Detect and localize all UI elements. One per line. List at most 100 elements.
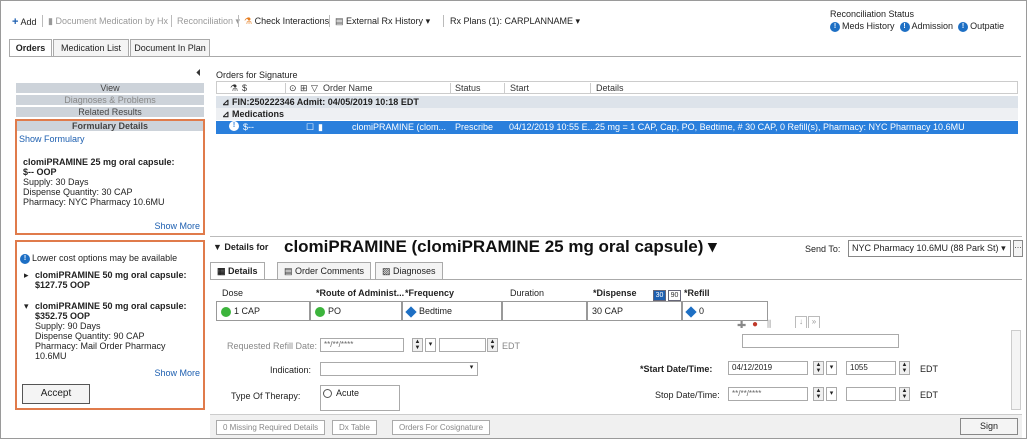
option-1-name[interactable]: clomiPRAMINE 50 mg oral capsule:	[35, 270, 187, 280]
header-separator	[504, 83, 505, 93]
reconciliation-status-row: ! Meds History ! Admission ! Outpatie	[830, 21, 1004, 32]
reconciliation-button[interactable]: Reconciliation ▾	[177, 16, 240, 27]
collapse-panel-icon[interactable]: ⏴	[196, 68, 201, 79]
toolbar-separator	[238, 15, 239, 27]
tab-document-in-plan[interactable]: Document In Plan	[130, 39, 210, 57]
send-to-select[interactable]: NYC Pharmacy 10.6MU (88 Park St) ▾	[848, 240, 1011, 257]
encounter-row[interactable]: ⊿ FIN:250222346 Admit: 04/05/2019 10:18 …	[216, 96, 1018, 108]
show-formulary-link[interactable]: Show Formulary	[19, 134, 85, 144]
dropdown-icon[interactable]: ▾	[826, 387, 837, 401]
refill-field[interactable]: 0	[682, 301, 768, 321]
dispense-field[interactable]: 30 CAP	[587, 301, 682, 321]
spin-icon[interactable]: ▲ ▼	[899, 361, 910, 375]
expand-option-1-icon[interactable]: ▸	[24, 270, 29, 281]
tab-order-comments[interactable]: ▤ Order Comments	[277, 262, 372, 280]
plus-icon: +	[12, 16, 19, 28]
order-checkbox[interactable]: ☐	[306, 121, 314, 134]
edt-label: EDT	[920, 364, 938, 374]
formulary-details-box: Formulary Details Show Formulary clomiPR…	[15, 119, 205, 235]
tab-medication-list[interactable]: Medication List	[53, 39, 129, 57]
dose-field[interactable]: 1 CAP	[216, 301, 310, 321]
header-cost[interactable]: $	[242, 83, 247, 93]
accept-button[interactable]: Accept	[22, 384, 90, 404]
collapse-option-2-icon[interactable]: ▾	[24, 301, 29, 312]
acute-label: Acute	[336, 388, 360, 398]
send-to-more-button[interactable]: …	[1013, 240, 1023, 257]
stop-time-field[interactable]	[846, 387, 896, 401]
orders-for-cosignature-button[interactable]: Orders For Cosignature	[392, 420, 491, 435]
acute-radio[interactable]	[323, 389, 332, 398]
diagnoses-problems-header[interactable]: Diagnoses & Problems	[16, 95, 204, 106]
bottom-bar: 0 Missing Required Details Dx Table Orde…	[210, 414, 1022, 438]
collapse-icon: ▼	[213, 242, 225, 252]
show-more-link[interactable]: Show More	[154, 368, 200, 378]
header-start[interactable]: Start	[510, 83, 529, 93]
tab-details[interactable]: ▦ Details	[210, 262, 265, 280]
details-order-title[interactable]: clomiPRAMINE (clomiPRAMINE 25 mg oral ca…	[284, 237, 717, 257]
missing-required-details-button[interactable]: 0 Missing Required Details	[216, 420, 326, 435]
sign-button[interactable]: Sign	[960, 418, 1018, 435]
rx-plans-button[interactable]: Rx Plans (1): CARPLANNAME ▾	[450, 16, 580, 27]
indication-field[interactable]	[320, 362, 478, 376]
selected-order-row[interactable]: ! $-- ☐ ▮ clomiPRAMINE (clom... Prescrib…	[216, 121, 1018, 134]
orders-grid-header: ⚗ $ ⊙ ⊞ ▽ Order Name Status Start Detail…	[216, 81, 1018, 94]
order-status: Prescribe	[455, 122, 494, 132]
stop-date-field[interactable]: **/**/****	[728, 387, 808, 401]
option-2-dispense: Dispense Quantity: 90 CAP	[35, 331, 145, 341]
view-header[interactable]: View	[16, 83, 204, 94]
dropdown-icon[interactable]: ▾	[466, 362, 477, 376]
requested-refill-time[interactable]	[439, 338, 486, 352]
filter-icon[interactable]: ▽	[311, 83, 318, 94]
tab-orders[interactable]: Orders	[9, 39, 52, 57]
form-scrollbar[interactable]	[1011, 330, 1021, 410]
interaction-column-icon[interactable]: ⚗	[230, 83, 238, 94]
pill-icon: ▮	[48, 16, 53, 26]
route-field[interactable]: PO	[310, 301, 402, 321]
dropdown-icon[interactable]: ▾	[826, 361, 837, 375]
header-separator	[450, 83, 451, 93]
dispense-30-button[interactable]: 30	[653, 290, 666, 301]
dropdown-icon[interactable]: ▾	[425, 338, 436, 352]
meds-history-status[interactable]: ! Meds History	[830, 21, 895, 32]
diagnoses-icon: ▨	[382, 266, 394, 276]
option-2-supply: Supply: 90 Days	[35, 321, 101, 331]
show-more-link[interactable]: Show More	[154, 221, 200, 231]
details-tab-divider	[210, 279, 1022, 280]
header-status[interactable]: Status	[455, 83, 481, 93]
medications-group-row[interactable]: ⊿ Medications	[216, 108, 1018, 120]
dispense-header: *Dispense	[593, 288, 637, 298]
spin-icon[interactable]: ▲ ▼	[487, 338, 498, 352]
header-order-name[interactable]: Order Name	[323, 83, 373, 93]
columns-icon[interactable]: ⊞	[300, 83, 308, 94]
option-2-cost: $352.75 OOP	[35, 311, 91, 321]
document-medication-button[interactable]: ▮ Document Medication by Hx	[48, 16, 168, 27]
top-right-field[interactable]	[742, 334, 899, 348]
dx-table-button[interactable]: Dx Table	[332, 420, 377, 435]
requested-refill-date[interactable]: **/**/****	[320, 338, 404, 352]
dropdown-icon: ▾	[425, 16, 431, 26]
frequency-field[interactable]: Bedtime	[402, 301, 502, 321]
help-icon[interactable]: ⊙	[289, 83, 297, 94]
spin-icon[interactable]: ▲ ▼	[813, 387, 824, 401]
start-date-field[interactable]: 04/12/2019	[728, 361, 808, 375]
details-icon: ▦	[217, 266, 229, 276]
external-rx-history-button[interactable]: ▤ External Rx History ▾	[335, 16, 430, 27]
check-interactions-button[interactable]: ⚗ Check Interactions	[244, 16, 329, 27]
outpatient-status[interactable]: ! Outpatie	[958, 21, 1004, 32]
spin-icon[interactable]: ▲ ▼	[813, 361, 824, 375]
spin-icon[interactable]: ▲ ▼	[899, 387, 910, 401]
option-2-name[interactable]: clomiPRAMINE 50 mg oral capsule:	[35, 301, 187, 311]
current-med-name: clomiPRAMINE 25 mg oral capsule:	[23, 157, 175, 167]
start-time-field[interactable]: 1055	[846, 361, 896, 375]
duration-field[interactable]	[502, 301, 587, 321]
comments-icon: ▤	[284, 266, 296, 276]
details-for-label[interactable]: ▼ Details for	[213, 242, 268, 252]
stop-datetime-label: Stop Date/Time:	[655, 390, 720, 400]
add-button[interactable]: + Add	[12, 16, 36, 28]
related-results-header[interactable]: Related Results	[16, 107, 204, 118]
admission-status[interactable]: ! Admission	[899, 21, 953, 32]
spin-icon[interactable]: ▲ ▼	[412, 338, 423, 352]
header-details[interactable]: Details	[596, 83, 624, 93]
tab-diagnoses[interactable]: ▨ Diagnoses	[375, 262, 443, 280]
dispense-90-button[interactable]: 90	[668, 290, 681, 301]
